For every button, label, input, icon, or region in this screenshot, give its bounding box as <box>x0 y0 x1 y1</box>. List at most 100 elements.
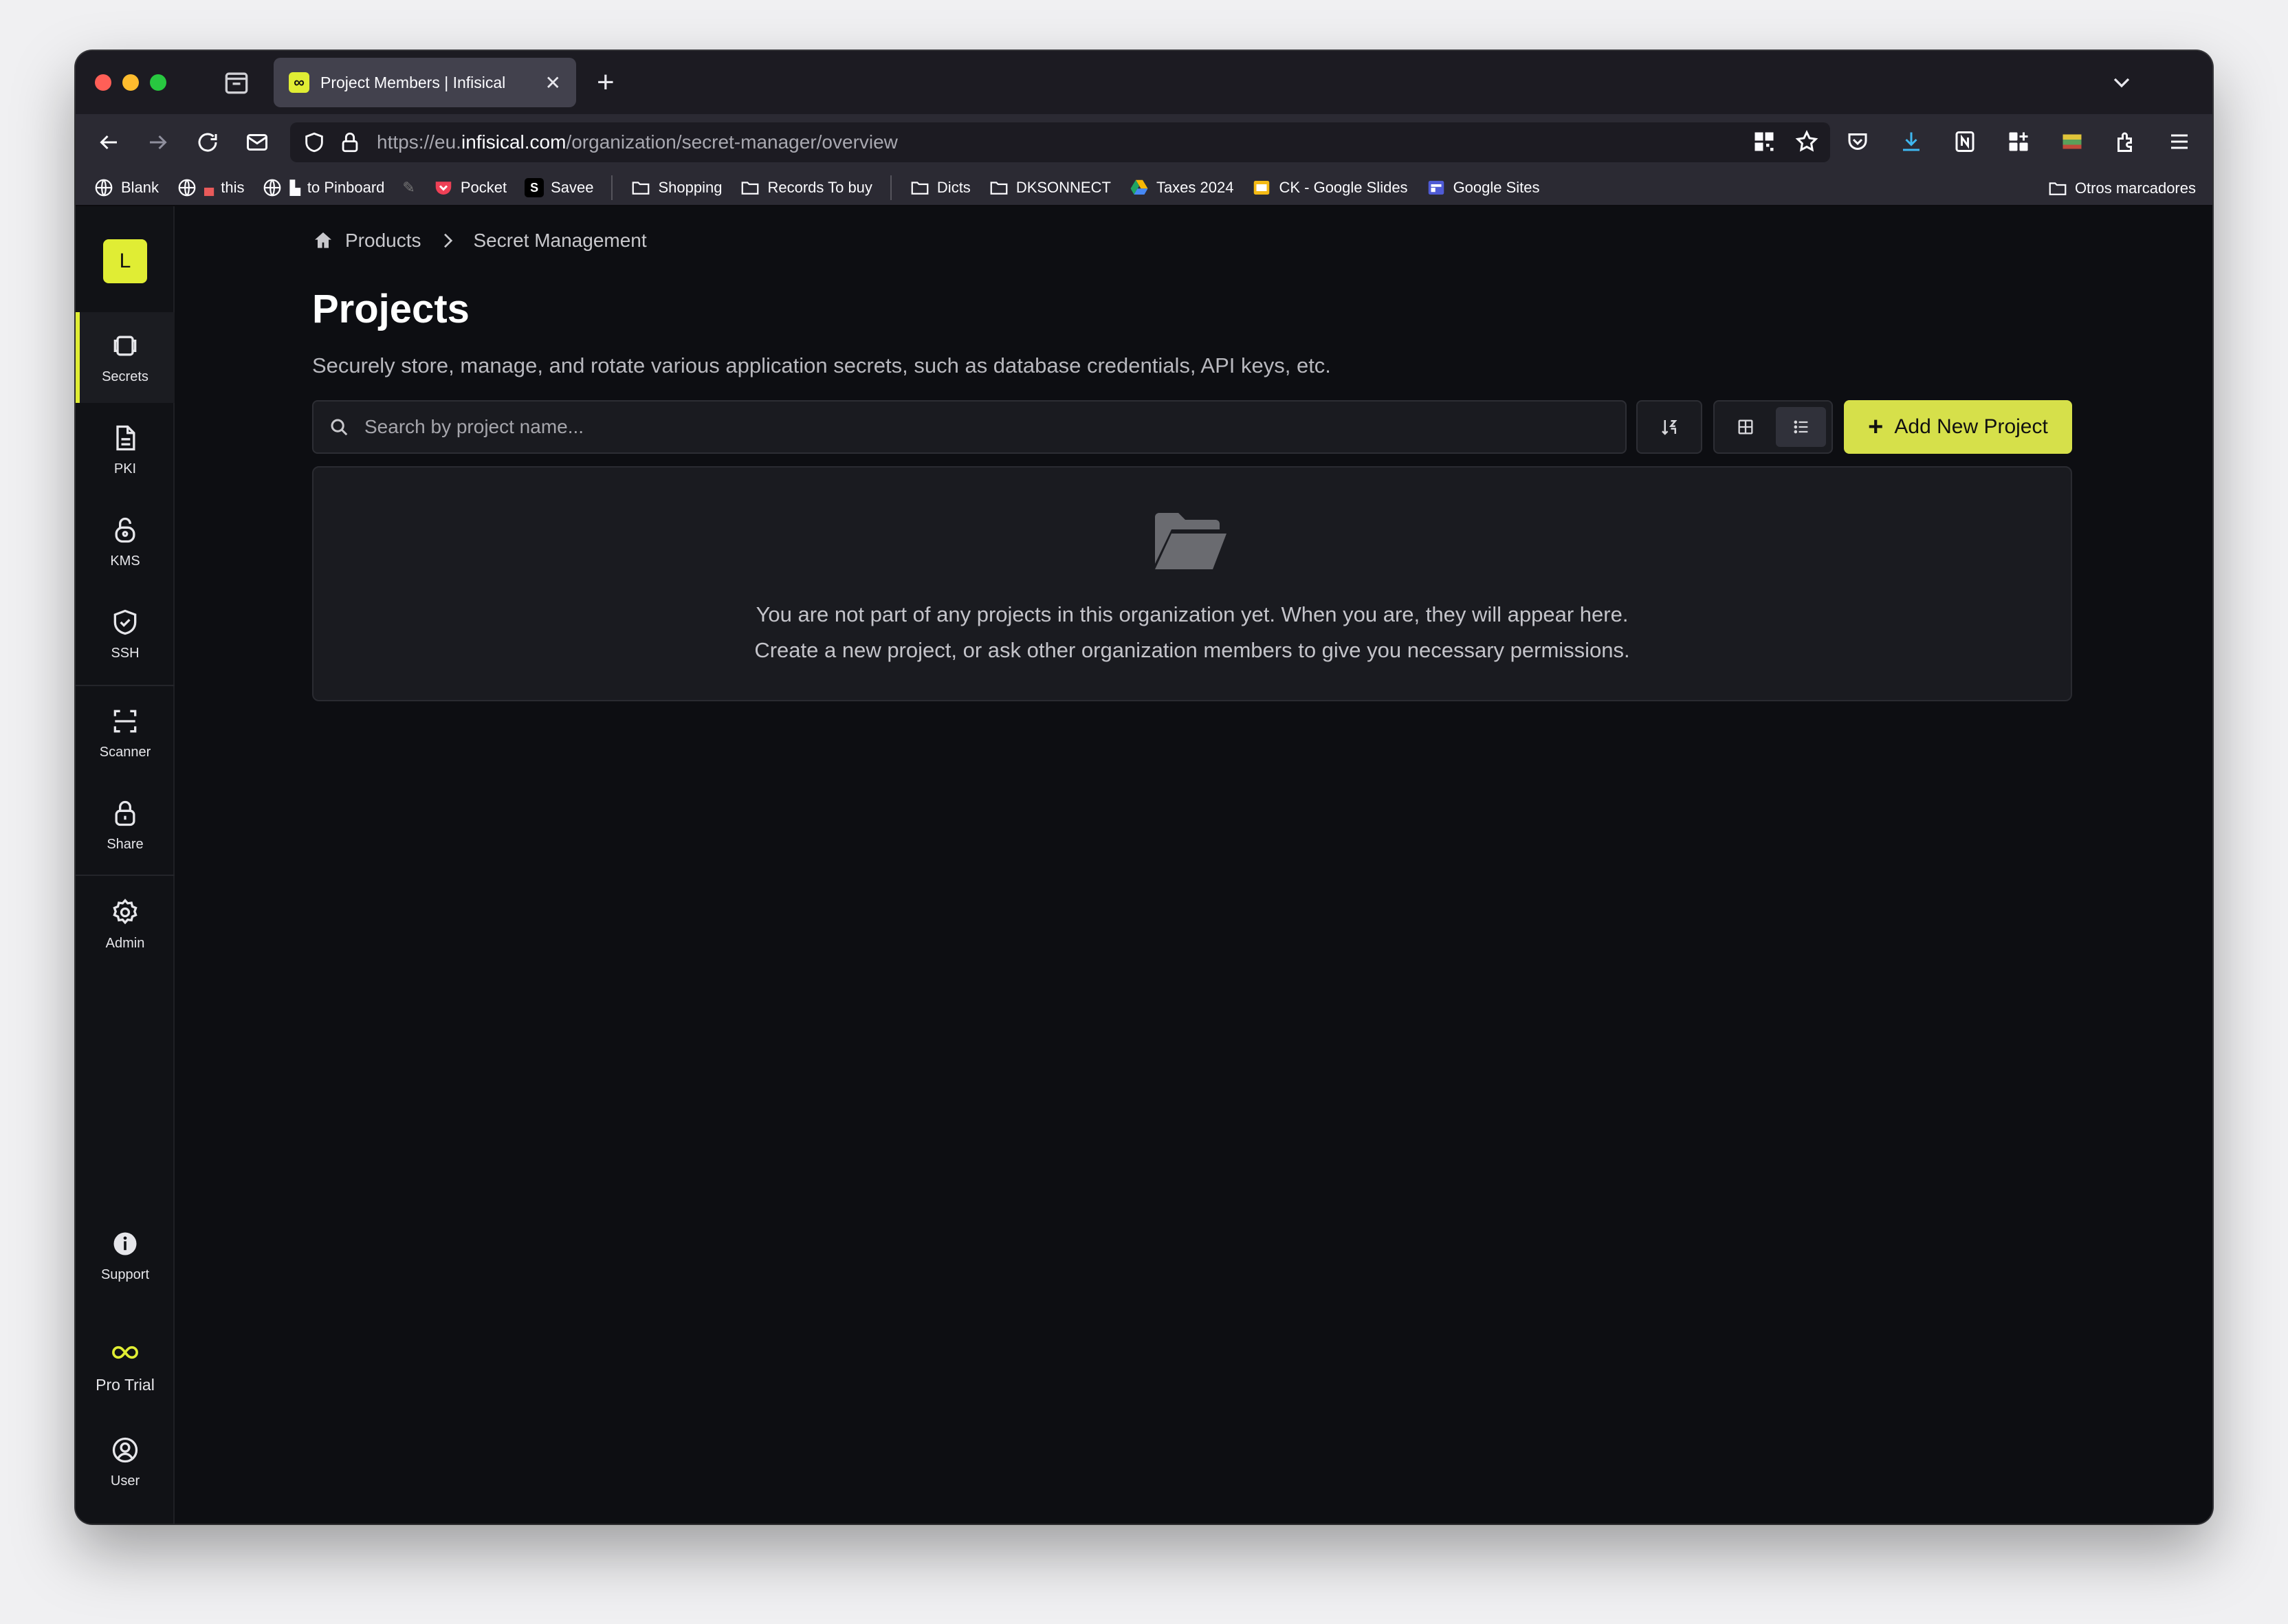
add-new-project-button[interactable]: + Add New Project <box>1844 400 2072 454</box>
sidebar-item-pro-trial[interactable]: Pro Trial <box>76 1320 175 1411</box>
sidebar-item-scanner[interactable]: Scanner <box>76 688 175 778</box>
bookmark-star-icon[interactable] <box>1794 129 1819 154</box>
sidebar-item-pki[interactable]: PKI <box>76 404 175 495</box>
folder-open-icon <box>1155 513 1226 569</box>
new-tab-icon[interactable]: + <box>597 67 615 98</box>
bookmark-shopping[interactable]: Shopping <box>630 177 722 198</box>
reload-icon[interactable] <box>192 127 223 157</box>
browser-window: ∞ Project Members | Infisical ✕ + https:… <box>76 51 2212 1524</box>
url-bar[interactable]: https://eu.infisical.com/organization/se… <box>290 122 1830 162</box>
minimize-window-button[interactable] <box>122 74 139 91</box>
bookmark-this[interactable]: ▄ this <box>177 177 244 198</box>
empty-state-line-2: Create a new project, or ask other organ… <box>754 638 1630 662</box>
bookmark-pin[interactable]: ✎ <box>402 179 415 197</box>
bookmark-dksonnect[interactable]: DKSONNECT <box>989 177 1111 198</box>
page-description: Securely store, manage, and rotate vario… <box>312 353 1331 377</box>
lock-icon <box>115 800 135 826</box>
chevron-down-icon[interactable] <box>2108 69 2135 96</box>
breadcrumb: Products Secret Management <box>312 230 647 252</box>
active-tab[interactable]: ∞ Project Members | Infisical ✕ <box>274 58 576 107</box>
plus-icon: + <box>1868 413 1884 441</box>
search-icon <box>331 419 348 436</box>
pin-icon: ✎ <box>402 179 415 196</box>
info-icon <box>113 1232 137 1255</box>
tracking-shield-icon[interactable] <box>302 131 326 154</box>
shield-check-icon <box>113 609 137 635</box>
window-controls <box>95 74 166 91</box>
close-window-button[interactable] <box>95 74 111 91</box>
sidebar-item-user[interactable]: User <box>76 1416 175 1507</box>
bookmarks-bar: Blank ▄ this ▙ to Pinboard ✎ Pocket S Sa… <box>76 171 2212 206</box>
bookmark-pocket[interactable]: Pocket <box>433 177 507 198</box>
navigation-bar: https://eu.infisical.com/organization/se… <box>76 114 2212 171</box>
empty-state-card: You are not part of any projects in this… <box>312 466 2072 701</box>
list-view-button[interactable] <box>1776 407 1826 447</box>
home-icon[interactable] <box>312 230 334 252</box>
sidebar-item-label: PKI <box>113 461 137 476</box>
breadcrumb-products[interactable]: Products <box>345 230 421 252</box>
apps-grid-icon[interactable] <box>2003 127 2034 157</box>
sidebar-item-admin[interactable]: Admin <box>76 879 175 969</box>
infinity-icon <box>112 1346 138 1359</box>
extension-flag-icon[interactable] <box>2057 127 2087 157</box>
sidebar: L Secrets PKI KMS SSH Scanner Share Admi… <box>76 206 175 1524</box>
sidebar-item-ssh[interactable]: SSH <box>76 589 175 679</box>
org-avatar[interactable]: L <box>103 239 147 283</box>
folder-icon <box>632 182 650 195</box>
sort-button[interactable] <box>1636 400 1702 454</box>
sidebar-item-support[interactable]: Support <box>76 1210 175 1301</box>
page-title: Projects <box>312 287 470 331</box>
globe-icon <box>178 179 196 197</box>
bookmark-dicts[interactable]: Dicts <box>910 177 971 198</box>
grid-icon <box>1738 419 1752 435</box>
search-input[interactable] <box>364 416 1625 438</box>
bookmark-to-pinboard[interactable]: ▙ to Pinboard <box>262 177 384 198</box>
main-content: Products Secret Management Projects Secu… <box>175 206 2212 1524</box>
sidebar-divider <box>76 685 175 686</box>
forward-icon[interactable] <box>143 127 173 157</box>
tab-strip: ∞ Project Members | Infisical ✕ + <box>76 51 2212 114</box>
back-icon[interactable] <box>94 127 124 157</box>
maximize-window-button[interactable] <box>150 74 166 91</box>
bookmark-label: to Pinboard <box>307 179 385 196</box>
bookmark-label: DKSONNECT <box>1015 179 1111 196</box>
sidebar-item-secrets[interactable]: Secrets <box>76 312 175 403</box>
scan-icon <box>113 710 137 732</box>
download-icon[interactable] <box>1896 127 1926 157</box>
bookmark-label: Shopping <box>658 179 723 196</box>
bookmark-records-to-buy[interactable]: Records To buy <box>740 177 872 198</box>
pocket-icon <box>435 182 452 195</box>
breadcrumb-secret-management[interactable]: Secret Management <box>474 230 647 252</box>
other-bookmarks[interactable]: Otros marcadores <box>2047 178 2196 199</box>
bookmark-ck-google-slides[interactable]: CK - Google Slides <box>1251 177 1408 198</box>
pocket-save-icon[interactable] <box>1842 127 1873 157</box>
menu-icon[interactable] <box>2164 127 2194 157</box>
sites-icon <box>1428 181 1444 195</box>
view-toggle <box>1713 400 1833 454</box>
mail-icon[interactable] <box>242 127 272 157</box>
grid-view-button[interactable] <box>1720 407 1770 447</box>
empty-state-line-1: You are not part of any projects in this… <box>756 602 1629 626</box>
url-text[interactable]: https://eu.infisical.com/organization/se… <box>377 131 898 153</box>
notion-icon[interactable] <box>1950 127 1980 157</box>
tab-overview-icon[interactable] <box>221 67 252 98</box>
user-icon <box>112 1437 138 1462</box>
bookmark-taxes-2024[interactable]: Taxes 2024 <box>1129 177 1233 198</box>
bookmark-google-sites[interactable]: Google Sites <box>1426 177 1540 198</box>
sidebar-item-label: KMS <box>110 553 140 569</box>
bookmark-savee[interactable]: S Savee <box>525 178 593 197</box>
close-tab-icon[interactable]: ✕ <box>545 72 561 94</box>
sidebar-item-label: Secrets <box>102 369 148 384</box>
sidebar-item-kms[interactable]: KMS <box>76 496 175 587</box>
qr-code-icon[interactable] <box>1752 129 1776 154</box>
bookmark-separator <box>611 175 613 200</box>
globe-icon <box>264 179 281 197</box>
bookmark-blank[interactable]: Blank <box>94 177 159 198</box>
padlock-icon[interactable] <box>338 131 362 154</box>
search-box[interactable] <box>312 400 1627 454</box>
document-icon <box>116 425 135 450</box>
extensions-puzzle-icon[interactable] <box>2111 127 2141 157</box>
bookmark-label: Savee <box>551 179 594 196</box>
sidebar-item-share[interactable]: Share <box>76 780 175 870</box>
drive-icon <box>1130 179 1148 195</box>
